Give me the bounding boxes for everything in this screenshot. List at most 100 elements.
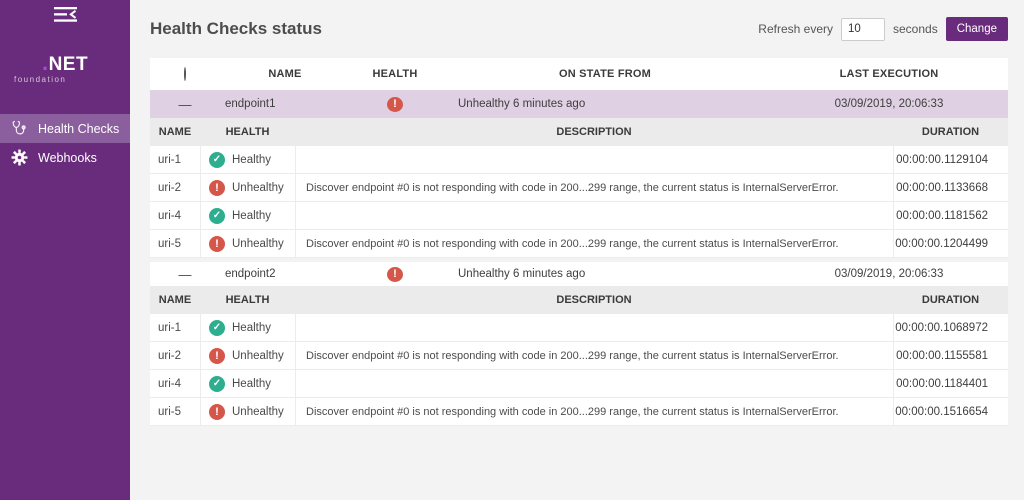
inner-col-duration: DURATION [893, 294, 1008, 306]
check-duration: 00:00:00.1068972 [893, 314, 1008, 341]
health-status-icon [387, 97, 403, 112]
col-header-state: ON STATE FROM [440, 68, 770, 80]
check-name: uri-2 [150, 342, 200, 369]
health-label: Unhealthy [232, 238, 284, 250]
sidebar: .NET foundation Health Checks [0, 0, 130, 500]
refresh-label: Refresh every [758, 22, 833, 36]
endpoint-group: — endpoint1 Unhealthy 6 minutes ago 03/0… [150, 90, 1008, 258]
logo-sub: foundation [14, 76, 130, 84]
col-header-health: HEALTH [350, 68, 440, 80]
logo-name: NET [49, 54, 89, 75]
check-duration: 00:00:00.1155581 [893, 342, 1008, 369]
expand-all-icon[interactable] [184, 67, 186, 81]
endpoint-group: — endpoint2 Unhealthy 6 minutes ago 03/0… [150, 258, 1008, 426]
check-row: uri-2 Unhealthy Discover endpoint #0 is … [150, 174, 1008, 202]
endpoint-last-execution: 03/09/2019, 20:06:33 [770, 268, 1008, 280]
check-description [295, 314, 893, 341]
inner-col-name: NAME [150, 126, 200, 138]
sidebar-item-label: Webhooks [38, 151, 97, 165]
check-name: uri-2 [150, 174, 200, 201]
logo-dot: . [42, 50, 49, 75]
check-row: uri-4 Healthy 00:00:00.1184401 [150, 370, 1008, 398]
check-duration: 00:00:00.1204499 [893, 230, 1008, 257]
health-label: Unhealthy [232, 182, 284, 194]
health-label: Unhealthy [232, 406, 284, 418]
health-status-icon [209, 376, 225, 392]
check-row: uri-2 Unhealthy Discover endpoint #0 is … [150, 342, 1008, 370]
endpoint-state: Unhealthy 6 minutes ago [440, 268, 770, 280]
endpoint-row[interactable]: — endpoint1 Unhealthy 6 minutes ago 03/0… [150, 90, 1008, 118]
check-description [295, 370, 893, 397]
check-name: uri-4 [150, 370, 200, 397]
health-label: Healthy [232, 210, 271, 222]
health-label: Healthy [232, 154, 271, 166]
collapse-row-icon[interactable]: — [150, 267, 220, 282]
collapse-menu-button[interactable] [0, 0, 130, 26]
main-content: Health Checks status Refresh every secon… [130, 0, 1024, 500]
health-status-icon [209, 348, 225, 364]
sidebar-nav: Health Checks [0, 114, 130, 172]
endpoint-state: Unhealthy 6 minutes ago [440, 98, 770, 110]
sidebar-item-health-checks[interactable]: Health Checks [0, 114, 130, 143]
refresh-interval-input[interactable] [841, 18, 885, 41]
health-status-icon [209, 236, 225, 252]
check-name: uri-5 [150, 398, 200, 425]
check-description: Discover endpoint #0 is not responding w… [295, 230, 893, 257]
check-duration: 00:00:00.1133668 [893, 174, 1008, 201]
menu-collapse-icon [53, 7, 78, 27]
refresh-unit-label: seconds [893, 22, 938, 36]
check-row: uri-1 Healthy 00:00:00.1068972 [150, 314, 1008, 342]
outer-table-header: NAME HEALTH ON STATE FROM LAST EXECUTION [150, 58, 1008, 90]
change-button[interactable]: Change [946, 17, 1008, 41]
health-label: Unhealthy [232, 350, 284, 362]
check-name: uri-5 [150, 230, 200, 257]
check-description [295, 202, 893, 229]
inner-table-header: NAME HEALTH DESCRIPTION DURATION [150, 118, 1008, 146]
health-status-icon [209, 404, 225, 420]
dotnet-foundation-logo: .NET foundation [0, 52, 130, 84]
health-checks-table: NAME HEALTH ON STATE FROM LAST EXECUTION… [150, 58, 1008, 426]
collapse-row-icon[interactable]: — [150, 97, 220, 112]
check-description: Discover endpoint #0 is not responding w… [295, 398, 893, 425]
health-label: Healthy [232, 378, 271, 390]
check-description: Discover endpoint #0 is not responding w… [295, 342, 893, 369]
inner-col-name: NAME [150, 294, 200, 306]
endpoint-row[interactable]: — endpoint2 Unhealthy 6 minutes ago 03/0… [150, 258, 1008, 286]
page-title: Health Checks status [150, 19, 322, 39]
check-description: Discover endpoint #0 is not responding w… [295, 174, 893, 201]
check-duration: 00:00:00.1129104 [893, 146, 1008, 173]
endpoint-last-execution: 03/09/2019, 20:06:33 [770, 98, 1008, 110]
inner-col-description: DESCRIPTION [295, 294, 893, 306]
col-header-name: NAME [220, 68, 350, 80]
check-name: uri-4 [150, 202, 200, 229]
check-name: uri-1 [150, 314, 200, 341]
health-status-icon [209, 180, 225, 196]
check-row: uri-5 Unhealthy Discover endpoint #0 is … [150, 230, 1008, 258]
sidebar-item-webhooks[interactable]: Webhooks [0, 143, 130, 172]
check-duration: 00:00:00.1184401 [893, 370, 1008, 397]
inner-col-health: HEALTH [200, 294, 295, 306]
inner-table-header: NAME HEALTH DESCRIPTION DURATION [150, 286, 1008, 314]
endpoint-name: endpoint1 [220, 98, 350, 110]
gear-icon [9, 149, 29, 166]
check-duration: 00:00:00.1516654 [893, 398, 1008, 425]
check-row: uri-5 Unhealthy Discover endpoint #0 is … [150, 398, 1008, 426]
health-status-icon [209, 152, 225, 168]
check-row: uri-4 Healthy 00:00:00.1181562 [150, 202, 1008, 230]
inner-col-duration: DURATION [893, 126, 1008, 138]
health-label: Healthy [232, 322, 271, 334]
inner-col-health: HEALTH [200, 126, 295, 138]
check-duration: 00:00:00.1181562 [893, 202, 1008, 229]
refresh-controls: Refresh every seconds Change [758, 17, 1008, 41]
health-status-icon [209, 208, 225, 224]
endpoint-name: endpoint2 [220, 268, 350, 280]
stethoscope-icon [9, 119, 29, 138]
inner-col-description: DESCRIPTION [295, 126, 893, 138]
check-name: uri-1 [150, 146, 200, 173]
check-description [295, 146, 893, 173]
col-header-exec: LAST EXECUTION [770, 68, 1008, 80]
health-status-icon [387, 267, 403, 282]
sidebar-item-label: Health Checks [38, 122, 119, 136]
topbar: Health Checks status Refresh every secon… [150, 0, 1008, 58]
health-status-icon [209, 320, 225, 336]
